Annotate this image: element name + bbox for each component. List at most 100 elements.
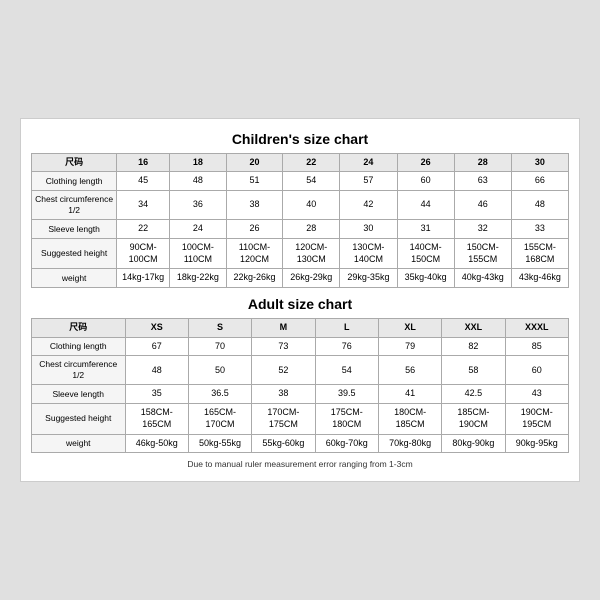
cell-value: 150CM-155CM [454,238,511,268]
cell-value: 50 [188,356,251,385]
row-label: weight [32,434,126,453]
cell-value: 85 [505,337,568,356]
row-label: Chest circumference 1/2 [32,356,126,385]
cell-value: 60kg-70kg [315,434,378,453]
cell-value: 52 [252,356,315,385]
cell-value: 43kg-46kg [511,269,568,288]
cell-value: 158CM-165CM [125,404,188,434]
cell-value: 36 [170,191,227,220]
cell-value: 48 [170,172,227,191]
column-header: L [315,319,378,338]
cell-value: 46 [454,191,511,220]
column-header: XXXL [505,319,568,338]
row-label: weight [32,269,117,288]
cell-value: 45 [117,172,170,191]
column-header: 尺码 [32,153,117,172]
cell-value: 140CM-150CM [397,238,454,268]
cell-value: 32 [454,220,511,239]
cell-value: 34 [117,191,170,220]
row-label: Suggested height [32,238,117,268]
cell-value: 54 [283,172,340,191]
cell-value: 70 [188,337,251,356]
cell-value: 29kg-35kg [340,269,397,288]
cell-value: 79 [378,337,441,356]
cell-value: 185CM-190CM [442,404,505,434]
cell-value: 28 [283,220,340,239]
column-header: M [252,319,315,338]
cell-value: 44 [397,191,454,220]
row-label: Sleeve length [32,385,126,404]
column-header: 尺码 [32,319,126,338]
table-row: weight14kg-17kg18kg-22kg22kg-26kg26kg-29… [32,269,569,288]
cell-value: 155CM-168CM [511,238,568,268]
column-header: S [188,319,251,338]
cell-value: 39.5 [315,385,378,404]
cell-value: 67 [125,337,188,356]
cell-value: 90kg-95kg [505,434,568,453]
cell-value: 190CM-195CM [505,404,568,434]
row-label: Chest circumference 1/2 [32,191,117,220]
cell-value: 82 [442,337,505,356]
cell-value: 14kg-17kg [117,269,170,288]
cell-value: 60 [397,172,454,191]
table-row: Chest circumference 1/23436384042444648 [32,191,569,220]
cell-value: 38 [252,385,315,404]
table-row: weight46kg-50kg50kg-55kg55kg-60kg60kg-70… [32,434,569,453]
cell-value: 51 [226,172,282,191]
cell-value: 36.5 [188,385,251,404]
cell-value: 66 [511,172,568,191]
cell-value: 175CM-180CM [315,404,378,434]
table-row: Suggested height158CM-165CM165CM-170CM17… [32,404,569,434]
measurement-note: Due to manual ruler measurement error ra… [31,459,569,469]
row-label: Clothing length [32,172,117,191]
cell-value: 56 [378,356,441,385]
cell-value: 18kg-22kg [170,269,227,288]
cell-value: 48 [125,356,188,385]
cell-value: 22kg-26kg [226,269,282,288]
cell-value: 180CM-185CM [378,404,441,434]
cell-value: 120CM-130CM [283,238,340,268]
cell-value: 80kg-90kg [442,434,505,453]
row-label: Sleeve length [32,220,117,239]
table-row: Suggested height90CM-100CM100CM-110CM110… [32,238,569,268]
cell-value: 42.5 [442,385,505,404]
cell-value: 50kg-55kg [188,434,251,453]
cell-value: 24 [170,220,227,239]
cell-value: 26kg-29kg [283,269,340,288]
cell-value: 43 [505,385,568,404]
cell-value: 76 [315,337,378,356]
row-label: Clothing length [32,337,126,356]
cell-value: 48 [511,191,568,220]
cell-value: 73 [252,337,315,356]
cell-value: 31 [397,220,454,239]
cell-value: 57 [340,172,397,191]
table-row: Sleeve length2224262830313233 [32,220,569,239]
adult-chart-title: Adult size chart [31,296,569,312]
cell-value: 58 [442,356,505,385]
column-header: 22 [283,153,340,172]
cell-value: 40kg-43kg [454,269,511,288]
column-header: 30 [511,153,568,172]
cell-value: 42 [340,191,397,220]
column-header: XL [378,319,441,338]
children-chart-title: Children's size chart [31,131,569,147]
column-header: XXL [442,319,505,338]
table-row: Clothing length4548515457606366 [32,172,569,191]
cell-value: 60 [505,356,568,385]
table-row: Clothing length67707376798285 [32,337,569,356]
children-table: 尺码1618202224262830 Clothing length454851… [31,153,569,288]
cell-value: 35 [125,385,188,404]
cell-value: 54 [315,356,378,385]
column-header: 26 [397,153,454,172]
cell-value: 22 [117,220,170,239]
column-header: 20 [226,153,282,172]
cell-value: 40 [283,191,340,220]
cell-value: 35kg-40kg [397,269,454,288]
cell-value: 63 [454,172,511,191]
cell-value: 100CM-110CM [170,238,227,268]
cell-value: 70kg-80kg [378,434,441,453]
adult-table: 尺码XSSMLXLXXLXXXL Clothing length67707376… [31,318,569,453]
column-header: XS [125,319,188,338]
cell-value: 33 [511,220,568,239]
table-row: Chest circumference 1/248505254565860 [32,356,569,385]
